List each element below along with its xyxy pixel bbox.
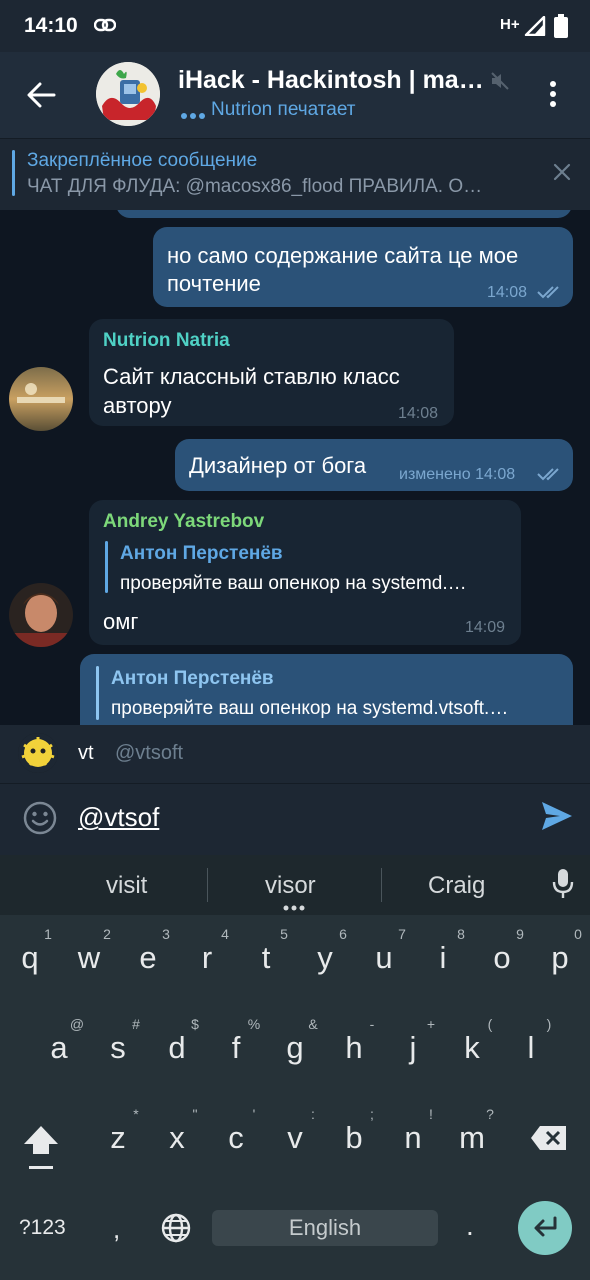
group-avatar[interactable] xyxy=(96,62,160,126)
reply-preview[interactable]: проверяйте ваш опенкор на systemd.vtsoft… xyxy=(111,698,561,720)
key-b[interactable]: b xyxy=(334,1120,374,1156)
message-text-line: Сайт классный ставлю класс xyxy=(103,364,400,389)
backspace-icon[interactable] xyxy=(530,1124,568,1157)
emoji-icon[interactable] xyxy=(22,800,58,841)
reply-author[interactable]: Антон Перстенёв xyxy=(120,543,283,565)
sender-avatar[interactable] xyxy=(9,583,73,647)
message-text-line: автору xyxy=(103,393,172,418)
key-q[interactable]: q xyxy=(10,940,50,976)
key-m[interactable]: m xyxy=(452,1120,492,1156)
chat-header xyxy=(0,52,590,138)
reply-accent-bar xyxy=(96,666,99,720)
key-z[interactable]: z xyxy=(98,1120,138,1156)
back-arrow-icon[interactable] xyxy=(26,82,56,113)
key-o[interactable]: o xyxy=(482,940,522,976)
message-text-line: почтение xyxy=(167,271,261,296)
message-text: омг xyxy=(103,609,139,634)
more-suggestions-icon[interactable] xyxy=(283,905,305,911)
shift-icon[interactable] xyxy=(22,1122,60,1177)
enter-key[interactable] xyxy=(518,1201,572,1255)
suggestion-visor[interactable]: visor xyxy=(265,872,316,900)
microphone-icon[interactable] xyxy=(552,868,574,905)
reply-author[interactable]: Антон Перстенёв xyxy=(111,668,274,690)
key-w[interactable]: w xyxy=(69,940,109,976)
key-h[interactable]: h xyxy=(334,1030,374,1066)
key-e[interactable]: e xyxy=(128,940,168,976)
message-bubble-clipped xyxy=(116,210,572,218)
suggestion-craig[interactable]: Craig xyxy=(428,872,485,900)
suggestion-divider xyxy=(381,868,382,902)
message-bubble-incoming[interactable]: Andrey Yastrebov Антон Перстенёв проверя… xyxy=(89,500,521,645)
key-g[interactable]: g xyxy=(275,1030,315,1066)
key-d[interactable]: d xyxy=(157,1030,197,1066)
pinned-text: ЧАТ ДЛЯ ФЛУДА: @macosx86_flood ПРАВИЛА. … xyxy=(27,176,483,197)
message-bubble-incoming[interactable]: Nutrion Natria Сайт классный ставлю клас… xyxy=(89,319,454,426)
message-text: Дизайнер от бога xyxy=(189,453,367,478)
reply-accent-bar xyxy=(105,541,108,593)
symbols-key[interactable]: ?123 xyxy=(19,1216,66,1240)
sender-name[interactable]: Nutrion Natria xyxy=(103,330,230,352)
key-t[interactable]: t xyxy=(246,940,286,976)
mention-username: @vtsoft xyxy=(115,742,184,764)
message-time: 14:09 xyxy=(465,619,506,636)
close-icon[interactable] xyxy=(552,162,572,187)
sender-name[interactable]: Andrey Yastrebov xyxy=(103,511,264,533)
typing-indicator-icon xyxy=(180,107,206,125)
key-y[interactable]: y xyxy=(305,940,345,976)
key-j[interactable]: j xyxy=(393,1030,433,1066)
key-x[interactable]: x xyxy=(157,1120,197,1156)
key-u[interactable]: u xyxy=(364,940,404,976)
suggestion-visit[interactable]: visit xyxy=(106,872,147,900)
chat-title[interactable]: iHack - Hackintosh | ma… xyxy=(178,66,484,95)
message-input[interactable]: @vtsof xyxy=(78,802,159,833)
key-a[interactable]: a xyxy=(39,1030,79,1066)
key-n[interactable]: n xyxy=(393,1120,433,1156)
link-icon xyxy=(93,17,117,38)
key-c[interactable]: c xyxy=(216,1120,256,1156)
key-r[interactable]: r xyxy=(187,940,227,976)
key-i[interactable]: i xyxy=(423,940,463,976)
message-time: 14:08 xyxy=(398,405,439,422)
comma-key[interactable]: , xyxy=(113,1214,120,1245)
message-bubble-outgoing[interactable]: Антон Перстенёв проверяйте ваш опенкор н… xyxy=(80,654,573,725)
key-p[interactable]: p xyxy=(540,940,580,976)
message-text-line: но само содержание сайта це мое xyxy=(167,243,519,268)
message-input-value: @vtsof xyxy=(78,802,160,832)
key-f[interactable]: f xyxy=(216,1030,256,1066)
message-edited-time: изменено 14:08 xyxy=(399,466,516,483)
reply-preview[interactable]: проверяйте ваш опенкор на systemd.… xyxy=(120,573,510,595)
key-l[interactable]: l xyxy=(511,1030,551,1066)
sender-avatar[interactable] xyxy=(9,367,73,431)
more-options-icon[interactable] xyxy=(548,80,558,113)
pinned-accent-bar xyxy=(12,150,15,196)
network-type: H+ xyxy=(500,16,520,33)
mention-avatar xyxy=(18,733,58,773)
muted-speaker-icon xyxy=(490,72,510,95)
key-v[interactable]: v xyxy=(275,1120,315,1156)
read-checks-icon xyxy=(537,468,559,481)
message-time: 14:08 xyxy=(487,284,528,301)
pinned-message-bar[interactable] xyxy=(0,138,590,210)
message-bubble-outgoing[interactable]: но само содержание сайта це мое почтение… xyxy=(153,227,573,307)
space-key-label: English xyxy=(288,1215,362,1240)
status-time: 14:10 xyxy=(24,14,78,37)
globe-icon[interactable] xyxy=(160,1212,192,1249)
send-icon[interactable] xyxy=(540,800,574,837)
key-s[interactable]: s xyxy=(98,1030,138,1066)
key-k[interactable]: k xyxy=(452,1030,492,1066)
message-bubble-outgoing[interactable]: Дизайнер от бога изменено 14:08 xyxy=(175,439,573,491)
battery-icon xyxy=(554,14,568,43)
period-key[interactable]: . xyxy=(466,1210,474,1242)
read-checks-icon xyxy=(537,286,559,299)
typing-status: Nutrion печатает xyxy=(211,99,356,120)
pinned-title: Закреплённое сообщение xyxy=(27,150,258,171)
suggestion-divider xyxy=(207,868,208,902)
message-list[interactable]: но само содержание сайта це мое почтение… xyxy=(0,210,590,725)
mention-name: vt xyxy=(78,742,94,764)
signal-icon xyxy=(524,15,546,41)
